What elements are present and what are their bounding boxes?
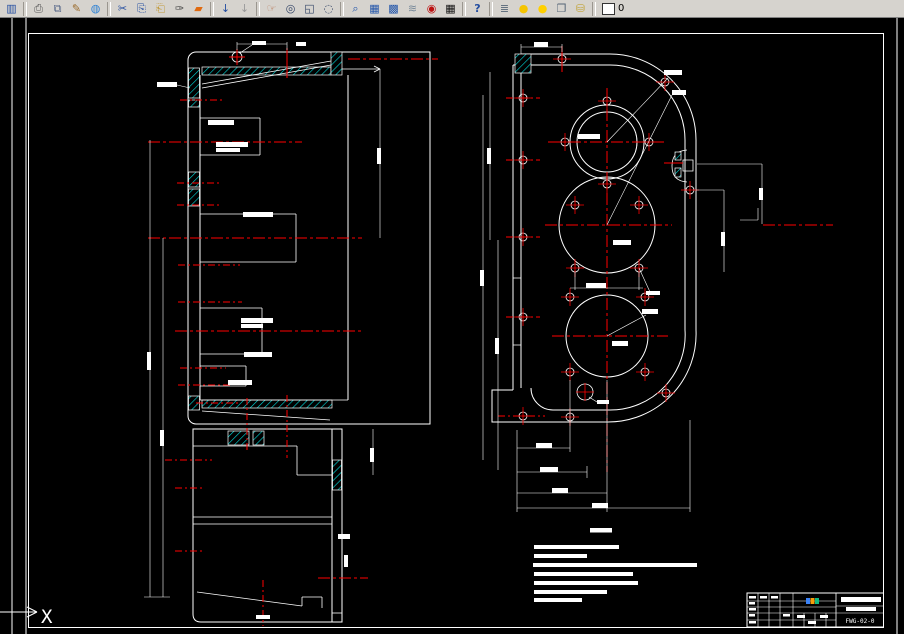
cad-logo xyxy=(806,598,819,604)
toolbar-separator xyxy=(340,1,344,16)
drawing-canvas[interactable]: X FWG-02-0 xyxy=(0,18,904,634)
mass-cell-bar xyxy=(841,597,881,602)
database-icon[interactable]: ⛁ xyxy=(571,0,590,17)
format-brush-icon[interactable]: ✑ xyxy=(170,0,189,17)
notes-title-bar xyxy=(590,528,612,533)
sheet-frame xyxy=(11,18,898,634)
current-layer-label[interactable]: 0 xyxy=(618,3,624,14)
help-icon[interactable]: ? xyxy=(468,0,487,17)
toolbar-separator xyxy=(210,1,214,16)
ucs-x-label: X xyxy=(41,606,53,628)
layer-bulb-icon[interactable]: ● xyxy=(514,0,533,17)
title-block: FWG-02-0 xyxy=(746,592,884,628)
plot-stamp-icon[interactable]: ✎ xyxy=(67,0,86,17)
toolbar-separator xyxy=(592,1,596,16)
copy-icon[interactable]: ⎘ xyxy=(132,0,151,17)
find-icon[interactable]: ⌕ xyxy=(346,0,365,17)
toolbar-separator xyxy=(23,1,27,16)
property-paint-icon[interactable]: ▰ xyxy=(189,0,208,17)
front-view xyxy=(480,42,833,512)
cut-icon[interactable]: ✂ xyxy=(113,0,132,17)
paste-icon[interactable]: ⎗ xyxy=(151,0,170,17)
zoom-realtime-icon[interactable]: ◎ xyxy=(281,0,300,17)
save-icon[interactable]: ▥ xyxy=(2,0,21,17)
toolbar-separator xyxy=(489,1,493,16)
print-icon[interactable]: ⎙ xyxy=(29,0,48,17)
zoom-window-icon[interactable]: ◱ xyxy=(300,0,319,17)
zoom-previous-icon[interactable]: ◌ xyxy=(319,0,338,17)
undo-icon[interactable]: ↓ xyxy=(216,0,235,17)
toolbar-separator xyxy=(107,1,111,16)
block-manager-icon[interactable]: ▦ xyxy=(365,0,384,17)
web-publish-icon[interactable]: ◍ xyxy=(86,0,105,17)
redo-icon[interactable]: ↓ xyxy=(235,0,254,17)
block-editor-icon[interactable]: ▩ xyxy=(384,0,403,17)
scale-cell-bar xyxy=(846,607,876,611)
toolbar-separator xyxy=(256,1,260,16)
left-section-view xyxy=(144,41,438,598)
main-toolbar: ▥ ⎙ ⧉ ✎ ◍ ✂ ⎘ ⎗ ✑ ▰ ↓ ↓ ☞ ◎ ◱ ◌ ⌕ ▦ ▩ ≋ ◉ ▦? ≣ ● ● ❐ ⛁ 0 xyxy=(0,0,904,18)
bottom-section-view xyxy=(165,395,374,626)
record-macro-icon[interactable]: ◉ xyxy=(422,0,441,17)
drawing-number: FWG-02-0 xyxy=(846,618,875,625)
technical-notes xyxy=(533,528,697,602)
layer-manager-icon[interactable]: ≣ xyxy=(495,0,514,17)
table-grid-icon[interactable]: ▦ xyxy=(441,0,460,17)
page-setup-icon[interactable]: ❐ xyxy=(552,0,571,17)
layer-color-swatch[interactable] xyxy=(602,2,615,15)
aerial-view-icon[interactable]: ≋ xyxy=(403,0,422,17)
toolbar-separator xyxy=(462,1,466,16)
color-ball-icon[interactable]: ● xyxy=(533,0,552,17)
pan-icon[interactable]: ☞ xyxy=(262,0,281,17)
print-preview-icon[interactable]: ⧉ xyxy=(48,0,67,17)
